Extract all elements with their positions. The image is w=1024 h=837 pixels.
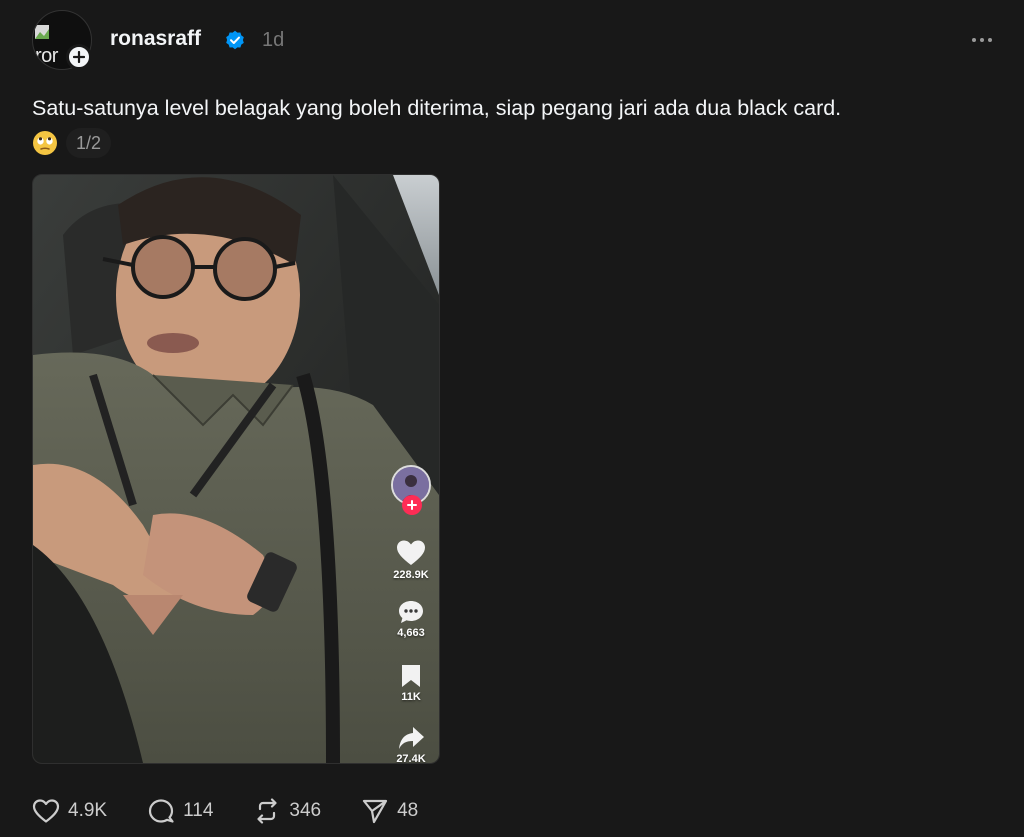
post-time[interactable]: 1d [262,29,284,52]
video-comment-button[interactable]: 4,663 [385,599,437,639]
bookmark-icon [402,665,420,687]
plus-icon [407,500,417,510]
more-dot-icon [980,38,984,42]
video-like-button[interactable]: 228.9K [385,539,437,581]
like-count: 4.9K [68,800,108,821]
video-frame-image [33,175,439,763]
reply-count: 114 [183,800,214,821]
media-counter: 1/2 [66,128,112,158]
verified-badge-icon [226,30,244,50]
video-thumbnail[interactable]: 228.9K 4,663 11K 27.4K [32,174,440,764]
broken-image-icon [35,25,49,39]
repost-icon [257,798,277,824]
post-caption: Satu-satunya level belagak yang boleh di… [32,96,842,120]
more-dot-icon [972,38,976,42]
share-arrow-icon [399,727,424,749]
heart-outline-icon [32,799,60,823]
video-save-button[interactable]: 11K [385,663,437,703]
reply-bubble-icon [148,799,174,823]
video-share-button[interactable]: 27.4K [385,725,437,764]
more-dot-icon [988,38,992,42]
creator-follow-button[interactable] [402,495,422,515]
username[interactable]: ronasraff [110,27,201,51]
repost-count: 346 [289,800,322,821]
thread-post: ror ronasraff 1d Satu-satunya level bela… [0,0,1024,837]
more-options-button[interactable] [972,30,998,50]
video-like-count: 228.9K [393,569,429,581]
like-button[interactable]: 4.9K [32,795,107,827]
heart-icon [397,540,425,565]
send-icon [362,799,388,824]
comment-bubble-icon [399,601,423,623]
video-comment-count: 4,663 [397,627,425,639]
follow-button[interactable] [66,44,92,70]
reply-button[interactable]: 114 [147,795,213,827]
avatar-alt-text: ror [35,45,58,67]
post-actions-bar: 4.9K 114 346 48 [32,795,458,827]
share-count: 48 [397,800,419,821]
share-button[interactable]: 48 [361,795,418,827]
repost-button[interactable]: 346 [253,795,321,827]
eye-roll-emoji-icon [33,131,57,155]
video-save-count: 11K [401,691,421,703]
plus-icon [73,51,85,63]
video-share-count: 27.4K [396,753,426,764]
